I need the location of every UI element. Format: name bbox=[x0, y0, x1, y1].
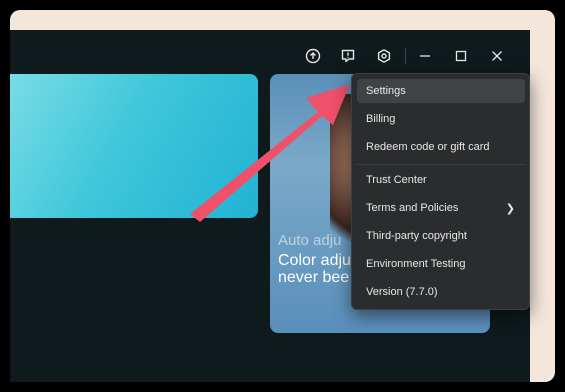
maximize-icon[interactable] bbox=[451, 46, 471, 66]
menu-item-version[interactable]: Version (7.7.0) bbox=[357, 280, 525, 304]
menu-item-billing[interactable]: Billing bbox=[357, 107, 525, 131]
settings-dropdown-menu: Settings Billing Redeem code or gift car… bbox=[351, 73, 530, 310]
menu-item-settings[interactable]: Settings bbox=[357, 79, 525, 103]
close-icon[interactable] bbox=[487, 46, 507, 66]
photo-caption-title: Auto adju bbox=[278, 232, 342, 249]
settings-gear-icon[interactable] bbox=[374, 46, 394, 66]
feedback-icon[interactable] bbox=[338, 46, 358, 66]
menu-separator bbox=[357, 164, 525, 165]
menu-item-terms-and-policies[interactable]: Terms and Policies ❯ bbox=[357, 196, 525, 220]
menu-item-environment-testing[interactable]: Environment Testing bbox=[357, 252, 525, 276]
menu-item-third-party-copyright[interactable]: Third-party copyright bbox=[357, 224, 525, 248]
menu-item-redeem-code[interactable]: Redeem code or gift card bbox=[357, 135, 525, 159]
chevron-right-icon: ❯ bbox=[505, 203, 515, 215]
minimize-icon[interactable] bbox=[415, 46, 435, 66]
titlebar-separator bbox=[405, 48, 406, 64]
upload-icon[interactable] bbox=[303, 46, 323, 66]
menu-item-trust-center[interactable]: Trust Center bbox=[357, 168, 525, 192]
template-card-teal[interactable] bbox=[10, 74, 258, 218]
